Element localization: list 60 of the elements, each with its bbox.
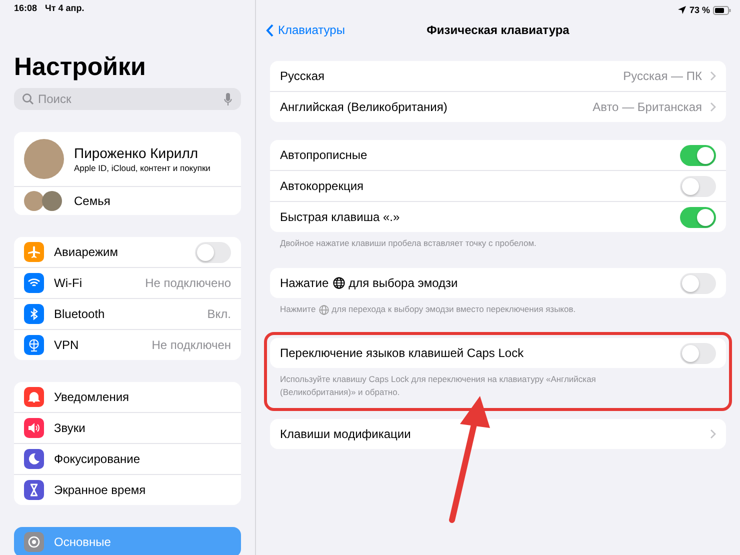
battery-icon	[713, 6, 731, 14]
toggle-switch[interactable]	[680, 206, 716, 228]
row-label: Автокоррекция	[280, 179, 364, 193]
sidebar-item[interactable]: Звуки	[14, 413, 241, 444]
settings-row[interactable]: Переключение языков клавишей Caps Lock	[270, 338, 726, 368]
row-label: Быстрая клавиша «.»	[280, 210, 400, 224]
row-value: Авто — Британская	[592, 100, 702, 114]
battery-percent: 73 %	[689, 5, 710, 15]
family-row[interactable]: Семья	[14, 187, 241, 215]
globe-icon	[318, 304, 329, 314]
row-label: для выбора эмодзи	[348, 276, 458, 290]
sidebar-item[interactable]: Уведомления	[14, 382, 241, 413]
settings-row[interactable]: Клавиши модификации	[270, 419, 726, 449]
location-icon	[678, 6, 686, 14]
toggle-switch[interactable]	[680, 272, 716, 294]
sidebar-item[interactable]: Экранное время	[14, 475, 241, 505]
sidebar-item[interactable]: Авиарежим	[14, 237, 241, 268]
settings-row[interactable]: Быстрая клавиша «.»	[270, 202, 726, 232]
avatar	[24, 191, 44, 211]
avatar	[24, 139, 64, 179]
settings-row[interactable]: Нажатие для выбора эмодзи	[270, 268, 726, 298]
settings-row[interactable]: Автопрописные	[270, 140, 726, 171]
back-button[interactable]: Клавиатуры	[264, 21, 347, 39]
row-label: Автопрописные	[280, 148, 368, 162]
toggle-switch[interactable]	[680, 144, 716, 166]
profile-name: Пироженко Кирилл	[74, 145, 200, 161]
footer-text: для перехода к выбору эмодзи вместо переключения языков.	[332, 303, 576, 316]
sidebar-item[interactable]: Wi-Fi Не подключено	[14, 268, 241, 299]
sidebar-item[interactable]: Bluetooth Вкл.	[14, 299, 241, 330]
settings-row[interactable]: Английская (Великобритания) Авто — Британская	[270, 92, 726, 122]
status-date: Чт 4 апр.	[45, 3, 84, 15]
sidebar-item[interactable]: VPN Не подключен	[14, 330, 241, 360]
sidebar-title: Настройки	[14, 53, 147, 82]
search-field[interactable]: Поиск	[14, 88, 241, 110]
row-label: Переключение языков клавишей Caps Lock	[280, 346, 524, 360]
settings-row[interactable]: Русская Русская — ПК	[270, 61, 726, 92]
footer-text: Используйте клавишу Caps Lock для переключения на клавиатуру «Английская (Великобритания)» и обратно.	[280, 373, 597, 399]
row-value: Русская — ПК	[623, 69, 702, 83]
profile-subtitle: Apple ID, iCloud, контент и покупки	[74, 163, 210, 173]
chevron-icon	[710, 429, 716, 439]
chevron-icon	[710, 71, 716, 81]
toggle-switch[interactable]	[195, 242, 231, 262]
row-label: Русская	[280, 69, 325, 83]
row-label: Клавиши модификации	[280, 427, 411, 441]
row-label: Нажатие	[280, 276, 329, 290]
chevron-icon	[266, 24, 274, 36]
toggle-switch[interactable]	[680, 176, 716, 196]
footer-text: Двойное нажатие клавиши пробела вставляет точку с пробелом.	[280, 237, 536, 250]
globe-icon	[332, 277, 345, 289]
microphone-icon[interactable]	[224, 93, 232, 106]
profile-row[interactable]: Пироженко Кирилл Apple ID, iCloud, контент и покупки	[14, 132, 241, 187]
row-label: Английская (Великобритания)	[280, 100, 448, 114]
status-time: 16:08	[14, 3, 38, 15]
toggle-switch[interactable]	[680, 342, 716, 364]
footer-text: Нажмите	[280, 303, 316, 316]
page-title: Физическая клавиатура	[426, 23, 570, 37]
settings-row[interactable]: Автокоррекция	[270, 171, 726, 202]
avatar	[42, 191, 62, 211]
sidebar-item[interactable]: Фокусирование	[14, 444, 241, 475]
chevron-icon	[710, 102, 716, 112]
